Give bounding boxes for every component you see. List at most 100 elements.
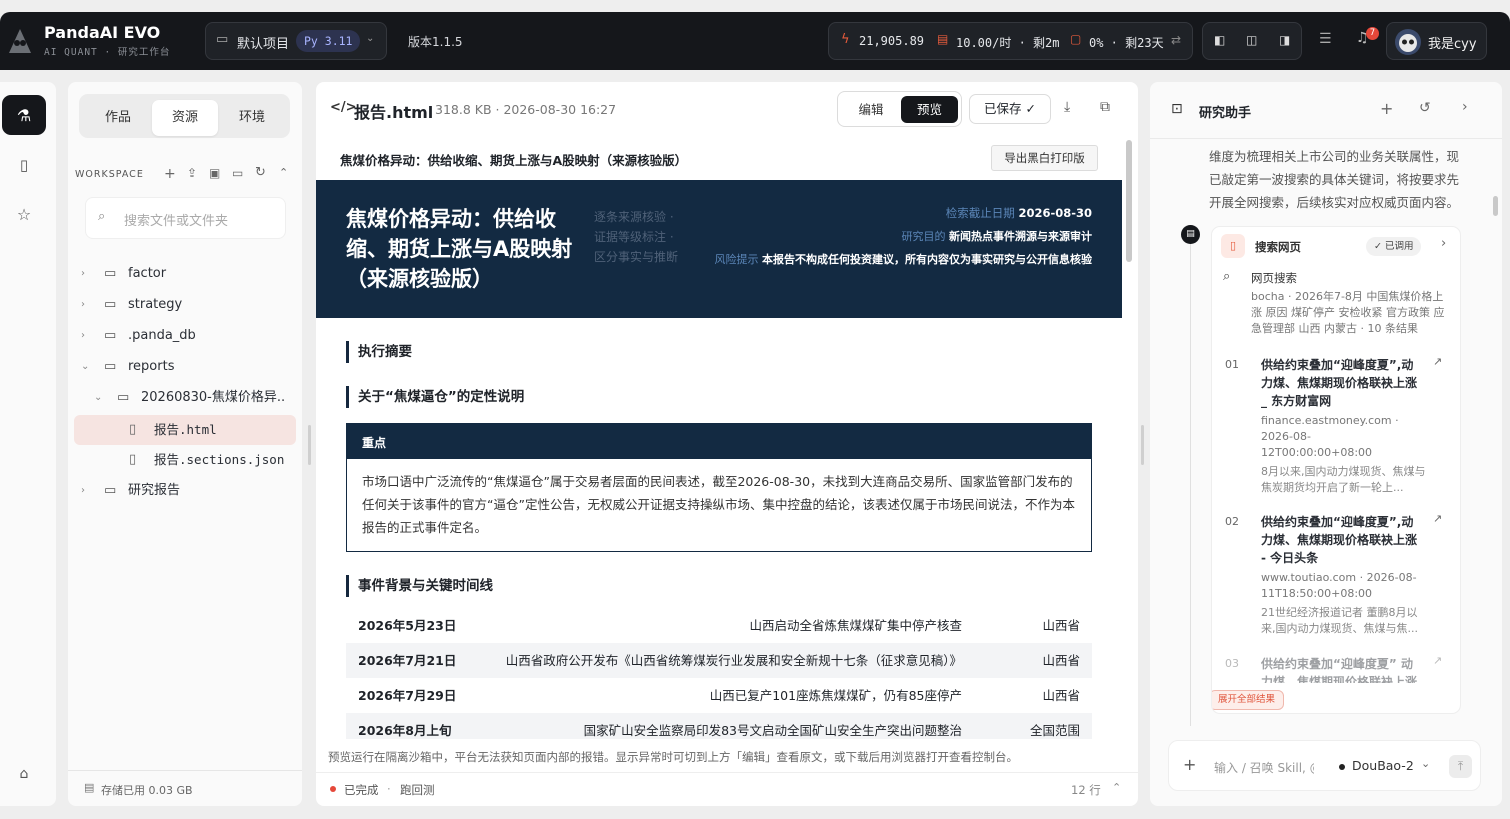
timeline-event: 山西已复产101座炼焦煤煤矿，仍有85座停产 [709,688,962,703]
collapse-icon[interactable]: ⌃ [279,166,288,179]
timeline-region: 全国范围 [1029,723,1080,738]
download-icon[interactable]: ⤓ [1064,99,1070,115]
edit-mode-button[interactable]: 编辑 [844,97,898,122]
document-icon: ▯ [1221,234,1245,258]
rate-value: 10.00/时 · 剩2m [956,36,1060,50]
panel-resize-handle[interactable] [308,425,311,465]
assistant-scrollbar[interactable] [1493,196,1498,216]
tool-step-icon: ▤ [1181,225,1200,244]
model-status-dot [1339,764,1345,770]
tab-resources[interactable]: 资源 [152,100,218,136]
panel-resize-handle[interactable] [1141,425,1144,465]
section-heading: 执行摘要 [346,341,412,363]
app-logo-icon [8,28,32,54]
timeline-region: 山西省 [1042,688,1080,703]
tree-label: 研究报告 [128,483,181,498]
user-menu[interactable]: 我是cyy [1386,22,1487,60]
timeline-event: 山西启动全省炼焦煤煤矿集中停产核查 [749,618,962,633]
timeline-row: 2026年7月21日 山西省政府公开发布《山西省统筹煤炭行业发展和安全新规十七条… [346,643,1092,678]
expand-all-results-button[interactable]: 展开全部结果 [1212,690,1285,710]
search-input[interactable]: 搜索文件或文件夹 [124,210,228,229]
icon-rail: ⚗ ▯ ☆ ⌂ [0,82,56,806]
assistant-intro: 维度为梳理相关上市公司的业务关联属性，现已敲定第一波搜索的具体关键词，将按要求先… [1209,149,1460,210]
search-box[interactable]: ⌕ 搜索文件或文件夹 [85,197,286,239]
tree-item-sections-json[interactable]: ▯ 报告.sections.json [74,446,296,474]
chevron-right-icon[interactable]: › [1462,99,1468,115]
lab-nav-button[interactable]: ⚗ [2,95,46,135]
stats-bar[interactable]: ϟ 21,905.89 ▤ 10.00/时 · 剩2m ▢ 0% · 剩23天 … [828,22,1193,60]
chevron-right-icon: › [81,485,85,496]
storage-divider [68,770,302,771]
tree-item-strategy[interactable]: › ▭ strategy [74,291,296,319]
tree-item-reports[interactable]: ⌄ ▭ reports [74,353,296,381]
hero-meta-value: 本报告不构成任何投资建议，所有内容仅为事实研究与公开信息核验 [762,253,1092,266]
tree-item-report-html[interactable]: ▯ 报告.html [74,415,296,445]
tree-item-panda-db[interactable]: › ▭ .panda_db [74,322,296,350]
tab-works[interactable]: 作品 [85,100,151,136]
version-label: 版本1.1.5 [408,35,463,49]
project-selector[interactable]: ▭ 默认项目 Py 3.11 ⌄ [205,22,387,60]
model-selector[interactable]: DouBao-2 [1352,758,1414,773]
assistant-scroll[interactable]: 维度为梳理相关上市公司的业务关联属性，现已敲定第一波搜索的具体关键词，将按要求先… [1150,139,1490,726]
result-title[interactable]: 供给约束叠加“迎峰度夏”,动力煤、焦煤期现价格联袂上涨 _ 东方财富网 [1261,356,1424,410]
backtest-link[interactable]: 跑回测 [400,782,435,798]
folder-icon: ▭ [216,32,229,47]
tree-label: 报告.html [154,422,217,437]
result-title[interactable]: 供给约束叠加“迎峰度夏”,动力煤、焦煤期现价格联袂上涨 - 今日头条 [1261,513,1424,567]
refresh-icon[interactable]: ↻ [255,165,266,180]
lightning-icon: ϟ [841,32,850,47]
layout-split-icon[interactable]: ◫ [1246,33,1257,47]
folder-icon[interactable]: ▭ [232,166,243,180]
history-icon[interactable]: ↺ [1419,100,1431,116]
layout-right-icon[interactable]: ◨ [1279,33,1290,47]
lock-nav-button[interactable]: ⌂ [2,754,46,794]
chevron-down-icon[interactable]: ⌄ [1421,757,1430,770]
status-separator: · [387,782,391,796]
code-icon: </> [330,100,357,115]
tree-item-research-reports[interactable]: › ▭ 研究报告 [74,477,296,505]
result-title[interactable]: 供给约束叠加“迎峰度夏” 动力煤、焦煤期现价格联袂上涨 [1261,655,1424,683]
timeline-date: 2026年7月29日 [358,688,457,703]
new-folder-icon[interactable]: ▣ [209,166,220,180]
book-nav-button[interactable]: ▯ [2,145,46,185]
timeline-date: 2026年7月21日 [358,653,457,668]
balance-value: 21,905.89 [859,34,925,48]
chat-input[interactable]: 输入 / 召唤 Skill, @ [1214,759,1314,776]
preview-mode-button[interactable]: 预览 [901,96,958,123]
layout-left-icon[interactable]: ◧ [1214,33,1225,47]
external-link-icon[interactable]: ↗ [1433,355,1442,368]
tab-environment[interactable]: 环境 [219,100,285,136]
saved-button[interactable]: 已保存 ✓ [969,94,1051,124]
doc-scrollbar[interactable] [1126,140,1132,262]
external-link-icon[interactable]: ↗ [1433,512,1442,525]
external-link-icon[interactable]: ↗ [1433,654,1442,667]
star-nav-button[interactable]: ☆ [2,194,46,234]
attach-plus-icon[interactable]: + [1183,755,1196,774]
upload-icon[interactable]: ⇪ [187,166,197,180]
menu-icon[interactable]: ☰ [1319,31,1332,47]
file-icon: ▯ [129,422,137,437]
hero-meta-row: 风险提示 本报告不构成任何投资建议，所有内容仅为事实研究与公开信息核验 [715,251,1093,267]
project-name: 默认项目 [237,37,290,52]
new-chat-icon[interactable]: + [1380,99,1393,118]
timeline-row: 2026年7月29日 山西已复产101座炼焦煤煤矿，仍有85座停产 山西省 [346,678,1092,713]
chevron-up-icon[interactable]: ⌃ [1112,781,1121,794]
tree-label: 报告.sections.json [154,452,285,467]
export-icon[interactable]: ⧉ [1100,99,1110,115]
tree-label: reports [128,359,175,374]
chevron-right-icon[interactable]: › [1441,236,1446,251]
send-button[interactable]: ⤒ [1449,755,1472,778]
section-heading: 关于“焦煤逼仓”的定性说明 [346,386,524,408]
tree-item-factor[interactable]: › ▭ factor [74,260,296,288]
chat-input-box[interactable]: + 输入 / 召唤 Skill, @ DouBao-2 ⌄ ⤒ [1168,740,1481,791]
sandbox-notice: 预览运行在隔离沙箱中，平台无法获知页面内部的报错。显示异常时可切到上方「编辑」查… [328,750,1018,764]
result-number: 02 [1225,515,1239,528]
tree-item-report-folder[interactable]: ⌄ ▭ 20260830-焦煤价格异... [74,384,296,412]
print-export-button[interactable]: 导出黑白打印版 [991,145,1098,171]
timeline-region: 山西省 [1042,653,1080,668]
status-divider [316,772,1138,773]
plus-icon[interactable]: + [164,166,176,182]
tree-label: 20260830-焦煤价格异... [141,390,286,405]
hero-tag: 证据等级标注 · [594,230,674,244]
workspace-label: WORKSPACE [75,169,144,180]
